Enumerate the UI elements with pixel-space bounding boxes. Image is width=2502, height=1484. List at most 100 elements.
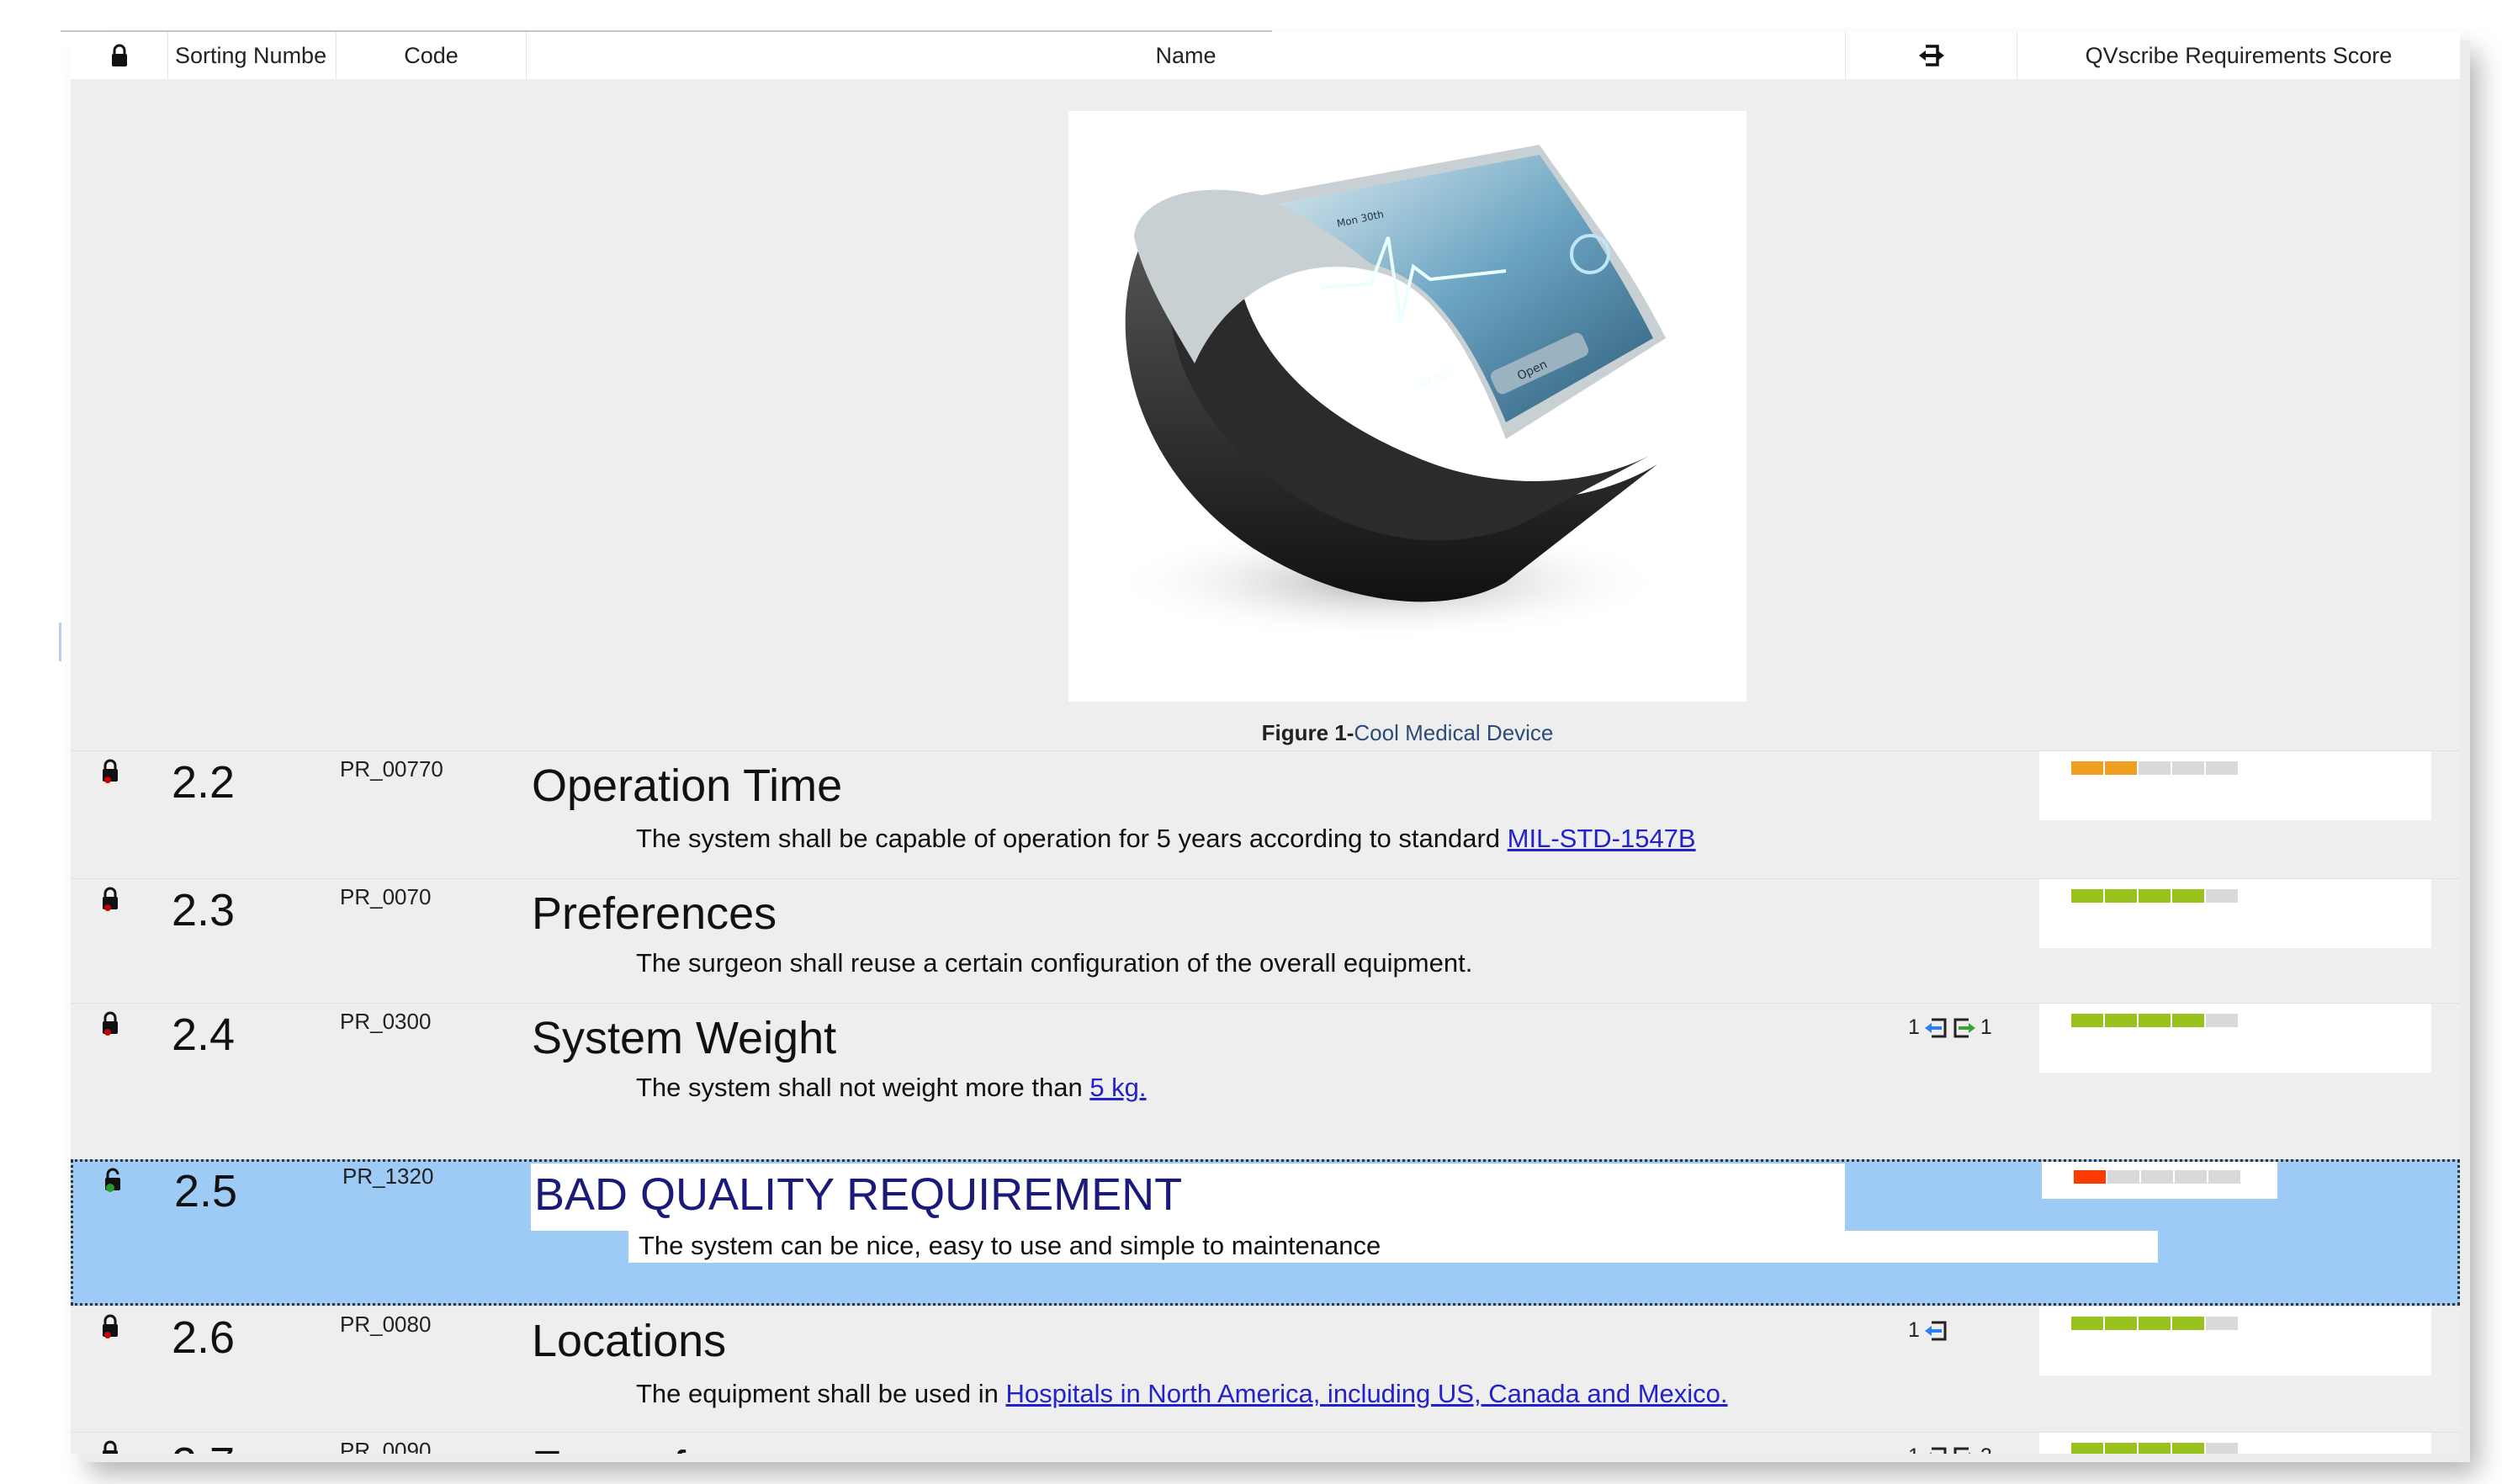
sorting-number-header[interactable]: Sorting Numbe bbox=[168, 32, 337, 79]
name-header[interactable]: Name bbox=[527, 32, 1846, 79]
score-cell bbox=[2039, 1004, 2431, 1073]
trace-links-icon bbox=[1918, 45, 1944, 66]
trace-links[interactable]: 1 2 bbox=[1908, 1444, 1992, 1454]
outgoing-link-icon[interactable] bbox=[1952, 1017, 1977, 1039]
unlock-icon[interactable] bbox=[103, 1167, 122, 1192]
standard-link[interactable]: MIL-STD-1547B bbox=[1508, 824, 1696, 853]
outgoing-count: 1 bbox=[1980, 1015, 1992, 1039]
score-segment bbox=[2206, 761, 2238, 775]
lock-icon bbox=[111, 44, 127, 66]
score-segment bbox=[2071, 1014, 2103, 1027]
score-bar bbox=[2071, 889, 2238, 903]
score-cell bbox=[2039, 1306, 2431, 1375]
score-segment bbox=[2172, 1014, 2204, 1027]
requirement-description[interactable]: The system can be nice, easy to use and … bbox=[639, 1231, 1381, 1261]
score-segment bbox=[2139, 1014, 2171, 1027]
left-scroll-marker bbox=[59, 623, 61, 661]
score-segment bbox=[2105, 1443, 2137, 1454]
score-segment bbox=[2139, 761, 2171, 775]
score-segment bbox=[2071, 1443, 2103, 1454]
grid-header: Sorting Numbe Code Name QVscribe Require… bbox=[71, 32, 2460, 80]
score-segment bbox=[2172, 1443, 2204, 1454]
lock-icon[interactable] bbox=[101, 1313, 119, 1338]
description-text: The system shall not weight more than bbox=[636, 1073, 1090, 1102]
incoming-link-icon[interactable] bbox=[1923, 1446, 1948, 1455]
device-image: Open Mon 30th 67 bpm bbox=[1068, 111, 1747, 702]
score-segment bbox=[2172, 1317, 2204, 1330]
name-label: Name bbox=[1155, 42, 1217, 68]
score-label: QVscribe Requirements Score bbox=[2085, 42, 2393, 68]
score-segment bbox=[2175, 1170, 2207, 1184]
figure-caption: Figure 1-Cool Medical Device bbox=[1068, 720, 1747, 746]
trace-links[interactable]: 1 bbox=[1908, 1318, 1948, 1343]
score-segment bbox=[2172, 761, 2204, 775]
requirement-title[interactable]: Preferences bbox=[532, 888, 777, 940]
trace-links[interactable]: 1 1 bbox=[1908, 1015, 1992, 1040]
requirement-code: PR_1320 bbox=[342, 1163, 434, 1189]
selected-requirement-row[interactable]: 2.5 PR_1320 BAD QUALITY REQUIREMENT The … bbox=[71, 1159, 2460, 1306]
requirement-title[interactable]: System Weight bbox=[532, 1012, 836, 1064]
caption-label: Figure 1- bbox=[1261, 720, 1354, 745]
score-bar bbox=[2071, 1443, 2238, 1454]
requirement-row[interactable]: 2.2 PR_00770 Operation Time The system s… bbox=[71, 750, 2460, 879]
incoming-link-icon[interactable] bbox=[1923, 1320, 1948, 1342]
outgoing-link-icon[interactable] bbox=[1952, 1446, 1977, 1455]
sorting-number: 2.4 bbox=[172, 1010, 236, 1060]
lock-icon[interactable] bbox=[101, 758, 119, 783]
score-bar bbox=[2071, 761, 2238, 775]
score-bar bbox=[2071, 1317, 2238, 1330]
trace-header[interactable] bbox=[1846, 32, 2017, 79]
lock-icon[interactable] bbox=[101, 886, 119, 911]
score-segment bbox=[2139, 889, 2171, 903]
sorting-number: 2.7 bbox=[172, 1438, 235, 1454]
requirement-description[interactable]: The surgeon shall reuse a certain config… bbox=[636, 948, 1472, 978]
incoming-link-icon[interactable] bbox=[1923, 1017, 1948, 1039]
description-text: The system shall be capable of operation… bbox=[636, 824, 1508, 853]
score-segment bbox=[2107, 1170, 2139, 1184]
sorting-number: 2.5 bbox=[174, 1166, 238, 1216]
sorting-number: 2.2 bbox=[172, 757, 236, 808]
description-text: The surgeon shall reuse a certain config… bbox=[636, 948, 1473, 978]
requirement-description[interactable]: The system shall not weight more than 5 … bbox=[636, 1073, 1147, 1103]
description-text: The system can be nice, easy to use and … bbox=[639, 1231, 1381, 1260]
svg-text:67 bpm: 67 bpm bbox=[1418, 364, 1458, 391]
requirement-row[interactable]: 2.4 PR_0300 System Weight The system sha… bbox=[71, 1003, 2460, 1160]
requirement-title[interactable]: Operation Time bbox=[532, 760, 842, 812]
weight-link[interactable]: 5 kg. bbox=[1089, 1073, 1146, 1102]
requirement-code: PR_00770 bbox=[340, 756, 443, 782]
score-cell bbox=[2039, 1433, 2431, 1454]
requirement-description[interactable]: The system shall be capable of operation… bbox=[636, 824, 1696, 854]
requirement-row[interactable]: 2.7 PR_0090 Ease of use 1 2 bbox=[71, 1432, 2460, 1454]
incoming-count: 1 bbox=[1908, 1444, 1920, 1454]
score-segment bbox=[2141, 1170, 2173, 1184]
score-segment bbox=[2105, 889, 2137, 903]
locations-link[interactable]: Hospitals in North America, including US… bbox=[1005, 1379, 1727, 1408]
outgoing-count: 2 bbox=[1980, 1444, 1992, 1454]
score-segment bbox=[2206, 1317, 2238, 1330]
lock-icon[interactable] bbox=[101, 1439, 119, 1454]
score-segment bbox=[2074, 1170, 2106, 1184]
caption-text: Cool Medical Device bbox=[1354, 720, 1554, 745]
score-segment bbox=[2071, 889, 2103, 903]
code-header[interactable]: Code bbox=[337, 32, 527, 79]
code-label: Code bbox=[404, 42, 459, 68]
incoming-count: 1 bbox=[1908, 1318, 1920, 1342]
score-segment bbox=[2071, 761, 2103, 775]
score-segment bbox=[2208, 1170, 2240, 1184]
requirement-code: PR_0300 bbox=[340, 1009, 432, 1034]
lock-column-header[interactable] bbox=[71, 32, 168, 79]
requirement-code: PR_0070 bbox=[340, 884, 432, 909]
score-segment bbox=[2206, 1443, 2238, 1454]
requirement-row[interactable]: 2.3 PR_0070 Preferences The surgeon shal… bbox=[71, 878, 2460, 1004]
sorting-number: 2.6 bbox=[172, 1312, 236, 1363]
requirement-title[interactable]: BAD QUALITY REQUIREMENT bbox=[534, 1169, 1182, 1221]
requirement-title[interactable]: Locations bbox=[532, 1315, 726, 1367]
requirement-row[interactable]: 2.6 PR_0080 Locations The equipment shal… bbox=[71, 1306, 2460, 1433]
requirements-grid: Sorting Numbe Code Name QVscribe Require… bbox=[71, 32, 2460, 1454]
sorting-number: 2.3 bbox=[172, 885, 236, 935]
score-header[interactable]: QVscribe Requirements Score bbox=[2017, 32, 2460, 79]
score-cell bbox=[2042, 1162, 2277, 1199]
lock-icon[interactable] bbox=[101, 1010, 119, 1036]
requirement-description[interactable]: The equipment shall be used in Hospitals… bbox=[636, 1379, 1728, 1409]
requirement-title[interactable]: Ease of use bbox=[532, 1441, 771, 1454]
